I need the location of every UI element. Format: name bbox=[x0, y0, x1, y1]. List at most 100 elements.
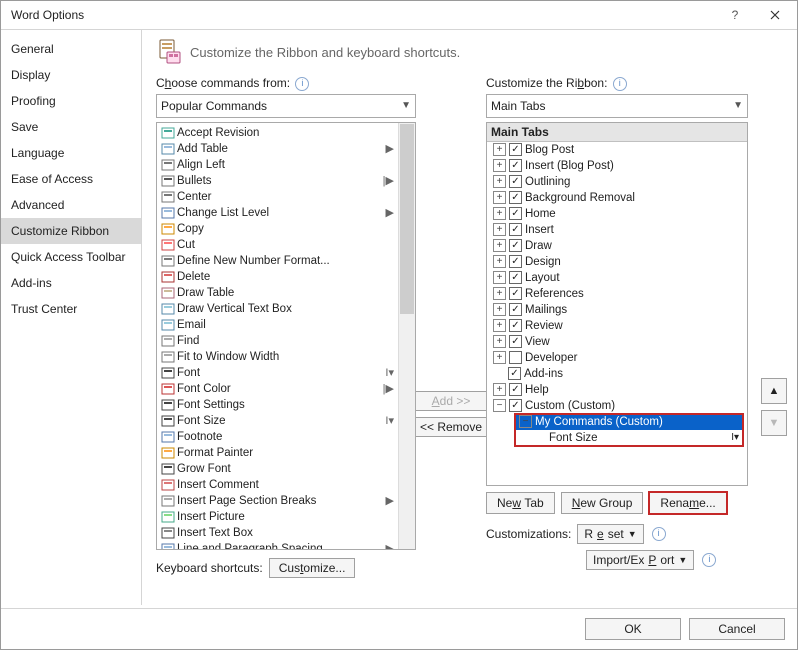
help-button[interactable]: ? bbox=[715, 1, 755, 29]
command-item[interactable]: Draw Table bbox=[157, 285, 399, 301]
command-item[interactable]: Grow Font bbox=[157, 461, 399, 477]
checkbox[interactable] bbox=[509, 399, 522, 412]
tree-item-group-selected[interactable]: −My Commands (Custom) bbox=[515, 414, 743, 430]
expand-icon[interactable]: + bbox=[493, 159, 506, 172]
command-item[interactable]: FontI▾ bbox=[157, 365, 399, 381]
checkbox[interactable] bbox=[509, 207, 522, 220]
command-item[interactable]: Insert Page Section Breaks▶ bbox=[157, 493, 399, 509]
tree-item[interactable]: +Blog Post bbox=[487, 142, 747, 158]
scrollbar[interactable] bbox=[398, 123, 415, 549]
command-item[interactable]: Delete bbox=[157, 269, 399, 285]
tree-item[interactable]: +Help bbox=[487, 382, 747, 398]
checkbox[interactable] bbox=[509, 271, 522, 284]
new-tab-button[interactable]: New Tab bbox=[486, 492, 555, 514]
checkbox[interactable] bbox=[509, 287, 522, 300]
expand-icon[interactable]: + bbox=[493, 335, 506, 348]
cancel-button[interactable]: Cancel bbox=[689, 618, 785, 640]
command-item[interactable]: Font SizeI▾ bbox=[157, 413, 399, 429]
checkbox[interactable] bbox=[509, 159, 522, 172]
tree-item[interactable]: +Draw bbox=[487, 238, 747, 254]
rename-button[interactable]: Rename... bbox=[649, 492, 726, 514]
checkbox[interactable] bbox=[509, 303, 522, 316]
command-item[interactable]: Insert Text Box bbox=[157, 525, 399, 541]
expand-icon[interactable]: + bbox=[493, 271, 506, 284]
choose-commands-dropdown[interactable]: Popular Commands▼ bbox=[156, 94, 416, 118]
checkbox[interactable] bbox=[509, 239, 522, 252]
tree-item[interactable]: +Insert bbox=[487, 222, 747, 238]
tree-item[interactable]: Add-ins bbox=[487, 366, 747, 382]
command-item[interactable]: Cut bbox=[157, 237, 399, 253]
sidebar-item-customize-ribbon[interactable]: Customize Ribbon bbox=[1, 218, 141, 244]
reset-dropdown[interactable]: Reset ▼ bbox=[577, 524, 643, 544]
close-button[interactable] bbox=[755, 1, 795, 29]
expand-icon[interactable]: + bbox=[493, 143, 506, 156]
sidebar-item-add-ins[interactable]: Add-ins bbox=[1, 270, 141, 296]
checkbox[interactable] bbox=[509, 351, 522, 364]
import-export-dropdown[interactable]: Import/ExPort ▼ bbox=[586, 550, 694, 570]
tree-item[interactable]: +References bbox=[487, 286, 747, 302]
sidebar-item-general[interactable]: General bbox=[1, 36, 141, 62]
info-icon[interactable]: i bbox=[652, 527, 666, 541]
command-item[interactable]: Draw Vertical Text Box bbox=[157, 301, 399, 317]
expand-icon[interactable]: + bbox=[493, 223, 506, 236]
expand-icon[interactable]: + bbox=[493, 351, 506, 364]
expand-icon[interactable]: + bbox=[493, 383, 506, 396]
tree-item[interactable]: −Custom (Custom) bbox=[487, 398, 747, 414]
checkbox[interactable] bbox=[509, 255, 522, 268]
expand-icon[interactable]: + bbox=[493, 175, 506, 188]
command-item[interactable]: Fit to Window Width bbox=[157, 349, 399, 365]
command-item[interactable]: Email bbox=[157, 317, 399, 333]
command-item[interactable]: Accept Revision bbox=[157, 125, 399, 141]
expand-icon[interactable]: + bbox=[493, 239, 506, 252]
checkbox[interactable] bbox=[509, 191, 522, 204]
tree-item[interactable]: +Insert (Blog Post) bbox=[487, 158, 747, 174]
remove-button[interactable]: << Remove bbox=[408, 417, 494, 437]
command-item[interactable]: Font Settings bbox=[157, 397, 399, 413]
expand-icon[interactable]: + bbox=[493, 191, 506, 204]
command-item[interactable]: Insert Picture bbox=[157, 509, 399, 525]
command-item[interactable]: Insert Comment bbox=[157, 477, 399, 493]
tree-item[interactable]: +Home bbox=[487, 206, 747, 222]
expand-icon[interactable]: − bbox=[519, 415, 532, 428]
tree-item[interactable]: +Mailings bbox=[487, 302, 747, 318]
checkbox[interactable] bbox=[509, 143, 522, 156]
checkbox[interactable] bbox=[509, 335, 522, 348]
tree-item[interactable]: +Outlining bbox=[487, 174, 747, 190]
scrollbar-thumb[interactable] bbox=[400, 124, 414, 314]
expand-icon[interactable]: + bbox=[493, 303, 506, 316]
expand-icon[interactable]: − bbox=[493, 399, 506, 412]
customize-ribbon-dropdown[interactable]: Main Tabs▼ bbox=[486, 94, 748, 118]
add-button[interactable]: Add >> bbox=[408, 391, 494, 411]
sidebar-item-advanced[interactable]: Advanced bbox=[1, 192, 141, 218]
tree-item[interactable]: +View bbox=[487, 334, 747, 350]
command-item[interactable]: Line and Paragraph Spacing▶ bbox=[157, 541, 399, 550]
tree-item[interactable]: +Review bbox=[487, 318, 747, 334]
tree-item[interactable]: +Developer bbox=[487, 350, 747, 366]
sidebar-item-trust-center[interactable]: Trust Center bbox=[1, 296, 141, 322]
sidebar-item-save[interactable]: Save bbox=[1, 114, 141, 140]
ok-button[interactable]: OK bbox=[585, 618, 681, 640]
move-up-button[interactable]: ▲ bbox=[761, 378, 787, 404]
checkbox[interactable] bbox=[509, 383, 522, 396]
checkbox[interactable] bbox=[509, 175, 522, 188]
command-item[interactable]: Copy bbox=[157, 221, 399, 237]
commands-listbox[interactable]: Accept RevisionAdd Table▶Align LeftBulle… bbox=[156, 122, 416, 550]
sidebar-item-language[interactable]: Language bbox=[1, 140, 141, 166]
checkbox[interactable] bbox=[508, 367, 521, 380]
new-group-button[interactable]: New Group bbox=[561, 492, 644, 514]
info-icon[interactable]: i bbox=[702, 553, 716, 567]
command-item[interactable]: Format Painter bbox=[157, 445, 399, 461]
ribbon-tree[interactable]: Main Tabs +Blog Post+Insert (Blog Post)+… bbox=[486, 122, 748, 486]
expand-icon[interactable]: + bbox=[493, 319, 506, 332]
checkbox[interactable] bbox=[509, 319, 522, 332]
expand-icon[interactable]: + bbox=[493, 255, 506, 268]
sidebar-item-display[interactable]: Display bbox=[1, 62, 141, 88]
command-item[interactable]: Define New Number Format... bbox=[157, 253, 399, 269]
command-item[interactable]: Find bbox=[157, 333, 399, 349]
tree-item[interactable]: +Design bbox=[487, 254, 747, 270]
tree-item[interactable]: +Background Removal bbox=[487, 190, 747, 206]
command-item[interactable]: Center bbox=[157, 189, 399, 205]
expand-icon[interactable]: + bbox=[493, 287, 506, 300]
sidebar-item-quick-access-toolbar[interactable]: Quick Access Toolbar bbox=[1, 244, 141, 270]
command-item[interactable]: Change List Level▶ bbox=[157, 205, 399, 221]
